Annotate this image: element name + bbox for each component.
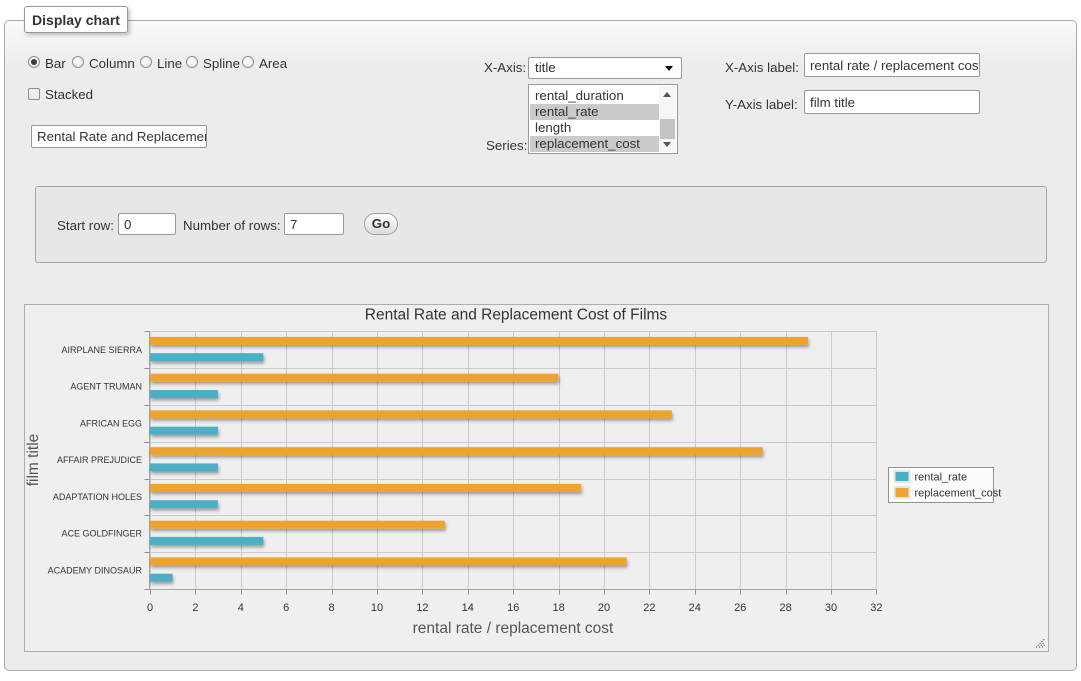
svg-text:10: 10 [371, 602, 383, 614]
svg-text:Rental Rate and Replacement Co: Rental Rate and Replacement Cost of Film… [365, 307, 668, 324]
svg-text:32: 32 [870, 602, 882, 614]
svg-text:24: 24 [689, 602, 701, 614]
svg-text:2: 2 [192, 602, 198, 614]
svg-text:ACE GOLDFINGER: ACE GOLDFINGER [61, 529, 142, 539]
svg-text:28: 28 [779, 602, 791, 614]
svg-text:22: 22 [643, 602, 655, 614]
svg-text:ADAPTATION HOLES: ADAPTATION HOLES [53, 492, 142, 502]
svg-text:18: 18 [552, 602, 564, 614]
svg-text:14: 14 [462, 602, 474, 614]
svg-text:AFRICAN EGG: AFRICAN EGG [80, 418, 142, 428]
svg-text:12: 12 [416, 602, 428, 614]
svg-text:16: 16 [507, 602, 519, 614]
svg-text:ACADEMY DINOSAUR: ACADEMY DINOSAUR [48, 565, 143, 575]
svg-text:AGENT TRUMAN: AGENT TRUMAN [70, 382, 142, 392]
svg-text:26: 26 [734, 602, 746, 614]
svg-text:film title: film title [25, 434, 42, 487]
svg-text:0: 0 [147, 602, 153, 614]
svg-text:4: 4 [238, 602, 244, 614]
svg-text:30: 30 [825, 602, 837, 614]
svg-text:20: 20 [598, 602, 610, 614]
svg-text:8: 8 [329, 602, 335, 614]
svg-text:AIRPLANE SIERRA: AIRPLANE SIERRA [61, 345, 142, 355]
svg-text:replacement_cost: replacement_cost [915, 488, 1002, 500]
svg-text:AFFAIR PREJUDICE: AFFAIR PREJUDICE [57, 455, 142, 465]
svg-text:rental_rate: rental_rate [915, 472, 968, 484]
svg-text:6: 6 [283, 602, 289, 614]
svg-text:rental rate / replacement cost: rental rate / replacement cost [413, 620, 614, 637]
